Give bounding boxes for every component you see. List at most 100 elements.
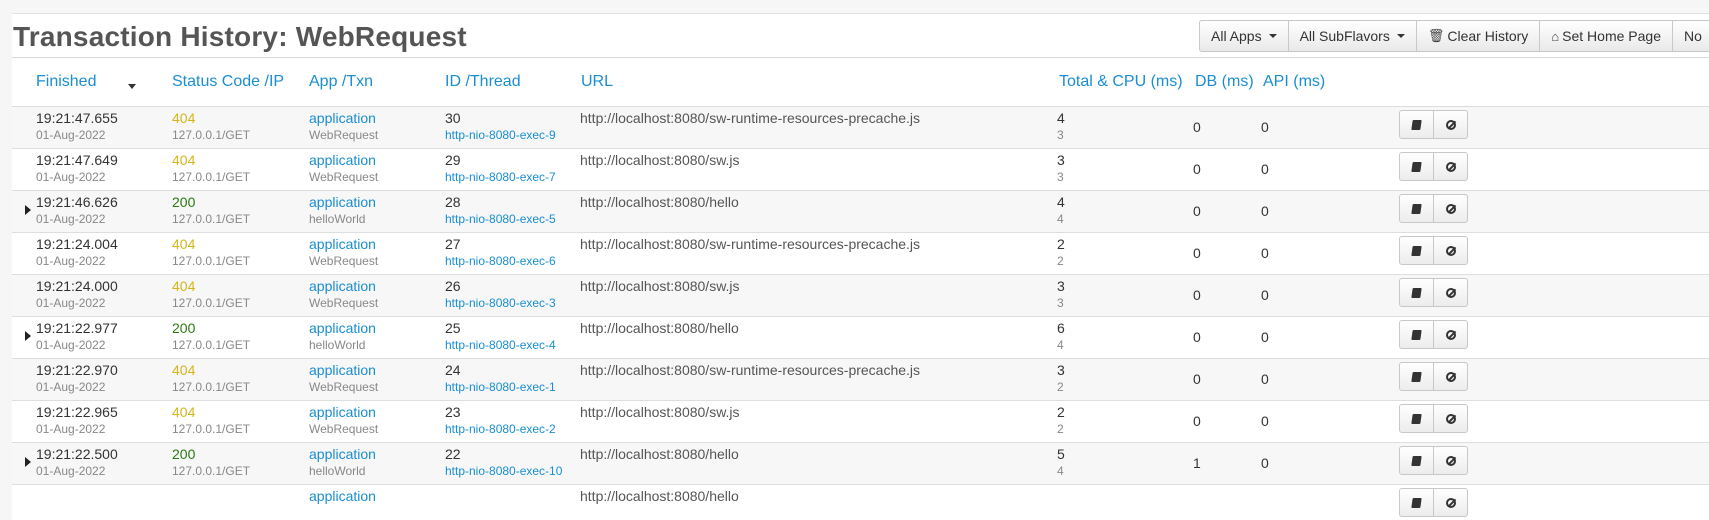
block-button[interactable] <box>1433 446 1468 475</box>
view-details-button[interactable] <box>1399 362 1434 391</box>
thread-link[interactable]: http-nio-8080-exec-6 <box>445 254 556 268</box>
col-url[interactable]: URL <box>581 73 613 91</box>
thread-link[interactable]: http-nio-8080-exec-9 <box>445 128 556 142</box>
col-api[interactable]: API (ms) <box>1263 73 1325 91</box>
app-link[interactable]: application <box>309 152 376 168</box>
status-code: 404 <box>172 110 196 126</box>
book-icon <box>1411 413 1422 424</box>
txn-id: 29 <box>445 152 461 168</box>
col-db[interactable]: DB (ms) <box>1195 73 1254 91</box>
view-details-button[interactable] <box>1399 110 1434 139</box>
ban-icon <box>1445 161 1456 172</box>
txn-name: helloWorld <box>309 464 366 478</box>
block-button[interactable] <box>1433 194 1468 223</box>
thread-link[interactable]: http-nio-8080-exec-2 <box>445 422 556 436</box>
block-button[interactable] <box>1433 404 1468 433</box>
table-row[interactable]: application http://localhost:8080/hello <box>12 485 1709 520</box>
finished-time: 19:21:22.977 <box>36 320 118 336</box>
ban-icon <box>1445 287 1456 298</box>
table-row[interactable]: 19:21:22.970 01-Aug-2022 404 127.0.0.1/GET a… <box>12 359 1709 401</box>
table-row[interactable]: 19:21:47.655 01-Aug-2022 404 127.0.0.1/GET a… <box>12 107 1709 149</box>
table-row[interactable]: 19:21:24.004 01-Aug-2022 404 127.0.0.1/GET a… <box>12 233 1709 275</box>
app-link[interactable]: application <box>309 362 376 378</box>
app-link[interactable]: application <box>309 446 376 462</box>
client-ip: 127.0.0.1/GET <box>172 296 251 310</box>
row-actions <box>1399 488 1468 517</box>
table-row[interactable]: 19:21:22.500 01-Aug-2022 200 127.0.0.1/GET a… <box>12 443 1709 485</box>
view-details-button[interactable] <box>1399 278 1434 307</box>
book-icon <box>1411 455 1422 466</box>
view-details-button[interactable] <box>1399 152 1434 181</box>
expand-row-icon[interactable] <box>25 457 31 467</box>
row-actions <box>1399 404 1468 433</box>
col-status[interactable]: Status Code /IP <box>172 73 284 91</box>
view-details-button[interactable] <box>1399 320 1434 349</box>
col-id[interactable]: ID /Thread <box>445 73 521 91</box>
finished-date: 01-Aug-2022 <box>36 296 106 310</box>
col-total[interactable]: Total & CPU (ms) <box>1059 73 1183 91</box>
thread-link[interactable]: http-nio-8080-exec-1 <box>445 380 556 394</box>
col-app[interactable]: App /Txn <box>309 73 373 91</box>
view-details-button[interactable] <box>1399 194 1434 223</box>
table-row[interactable]: 19:21:24.000 01-Aug-2022 404 127.0.0.1/GET a… <box>12 275 1709 317</box>
block-button[interactable] <box>1433 362 1468 391</box>
api-ms: 0 <box>1261 455 1269 471</box>
app-link[interactable]: application <box>309 488 376 504</box>
block-button[interactable] <box>1433 320 1468 349</box>
finished-date: 01-Aug-2022 <box>36 464 106 478</box>
table-row[interactable]: 19:21:22.977 01-Aug-2022 200 127.0.0.1/GET a… <box>12 317 1709 359</box>
table-row[interactable]: 19:21:46.626 01-Aug-2022 200 127.0.0.1/GET a… <box>12 191 1709 233</box>
block-button[interactable] <box>1433 236 1468 265</box>
row-actions <box>1399 278 1468 307</box>
txn-name: WebRequest <box>309 254 379 268</box>
cpu-ms: 3 <box>1057 128 1064 142</box>
view-details-button[interactable] <box>1399 488 1434 517</box>
ban-icon <box>1445 413 1456 424</box>
block-button[interactable] <box>1433 110 1468 139</box>
txn-name: WebRequest <box>309 422 379 436</box>
set-home-page-button[interactable]: ⌂ Set Home Page <box>1539 20 1673 52</box>
expand-row-icon[interactable] <box>25 205 31 215</box>
txn-name: WebRequest <box>309 380 379 394</box>
view-details-button[interactable] <box>1399 236 1434 265</box>
request-url: http://localhost:8080/sw-runtime-resourc… <box>580 362 921 378</box>
table-body: 19:21:47.655 01-Aug-2022 404 127.0.0.1/GET a… <box>12 107 1709 520</box>
block-button[interactable] <box>1433 152 1468 181</box>
row-actions <box>1399 110 1468 139</box>
view-details-button[interactable] <box>1399 404 1434 433</box>
block-button[interactable] <box>1433 278 1468 307</box>
expand-row-icon[interactable] <box>25 331 31 341</box>
app-link[interactable]: application <box>309 404 376 420</box>
app-link[interactable]: application <box>309 320 376 336</box>
thread-link[interactable]: http-nio-8080-exec-4 <box>445 338 556 352</box>
client-ip: 127.0.0.1/GET <box>172 422 251 436</box>
app-link[interactable]: application <box>309 194 376 210</box>
page-title: Transaction History: WebRequest <box>13 21 467 52</box>
thread-link[interactable]: http-nio-8080-exec-7 <box>445 170 556 184</box>
request-url: http://localhost:8080/sw.js <box>580 278 740 294</box>
app-link[interactable]: application <box>309 278 376 294</box>
db-ms: 0 <box>1193 203 1201 219</box>
finished-date: 01-Aug-2022 <box>36 212 106 226</box>
truncated-toolbar-button[interactable]: No <box>1671 20 1709 52</box>
cpu-ms: 3 <box>1057 170 1064 184</box>
table-row[interactable]: 19:21:47.649 01-Aug-2022 404 127.0.0.1/GET a… <box>12 149 1709 191</box>
thread-link[interactable]: http-nio-8080-exec-3 <box>445 296 556 310</box>
all-apps-dropdown[interactable]: All Apps <box>1199 20 1289 52</box>
thread-link[interactable]: http-nio-8080-exec-10 <box>445 464 562 478</box>
table-row[interactable]: 19:21:22.965 01-Aug-2022 404 127.0.0.1/GET a… <box>12 401 1709 443</box>
col-finished[interactable]: Finished <box>36 73 96 91</box>
cpu-ms: 2 <box>1057 422 1064 436</box>
app-link[interactable]: application <box>309 236 376 252</box>
app-link[interactable]: application <box>309 110 376 126</box>
view-details-button[interactable] <box>1399 446 1434 475</box>
all-subflavors-dropdown[interactable]: All SubFlavors <box>1287 20 1417 52</box>
cpu-ms: 4 <box>1057 338 1064 352</box>
sort-desc-icon[interactable] <box>128 84 136 89</box>
thread-link[interactable]: http-nio-8080-exec-5 <box>445 212 556 226</box>
request-url: http://localhost:8080/hello <box>580 446 739 462</box>
clear-history-button[interactable]: 🗑 Clear History <box>1415 20 1541 52</box>
block-button[interactable] <box>1433 488 1468 517</box>
trash-icon: 🗑 <box>1427 28 1445 43</box>
client-ip: 127.0.0.1/GET <box>172 128 251 142</box>
